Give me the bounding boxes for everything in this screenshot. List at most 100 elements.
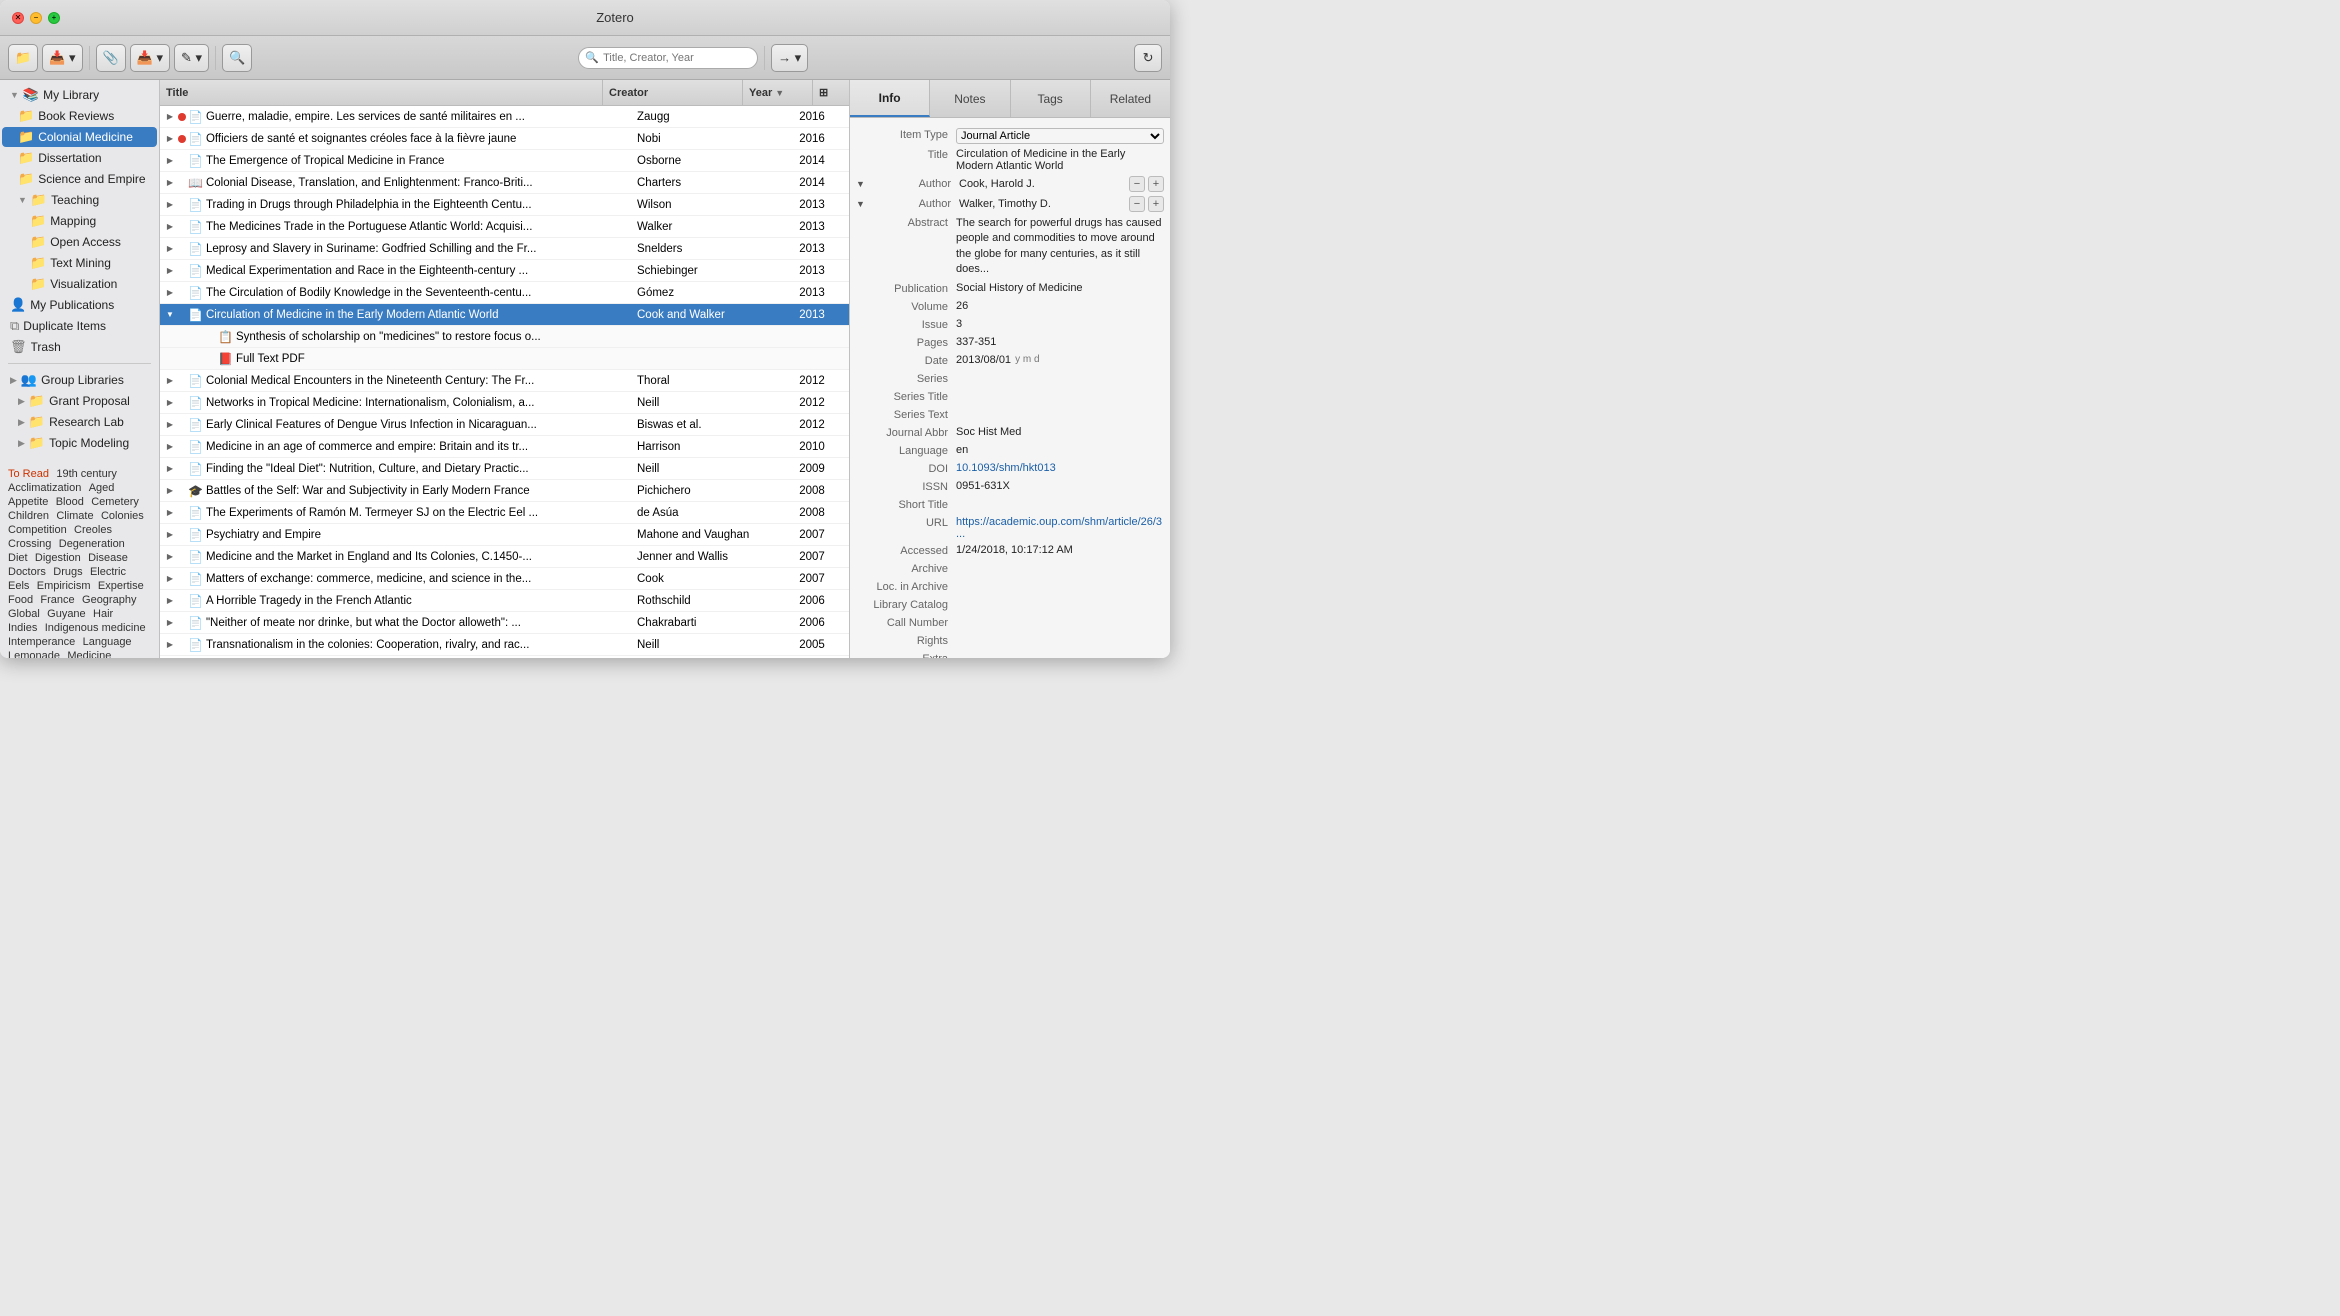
tag-doctors[interactable]: Doctors: [8, 566, 46, 578]
table-row[interactable]: ▶ 📄 Medicine and the Market in England a…: [160, 546, 849, 568]
info-value-abstract[interactable]: The search for powerful drugs has caused…: [956, 216, 1164, 278]
tag-indies[interactable]: Indies: [8, 622, 37, 634]
expand-arrow-22[interactable]: ▶: [162, 574, 178, 583]
refresh-button[interactable]: ↻: [1134, 44, 1162, 72]
info-value-url[interactable]: https://academic.oup.com/shm/article/26/…: [956, 516, 1164, 540]
info-value-item-type[interactable]: Journal Article: [956, 128, 1164, 144]
info-value-doi[interactable]: 10.1093/shm/hkt013: [956, 462, 1164, 474]
tag-appetite[interactable]: Appetite: [8, 496, 48, 508]
tab-related[interactable]: Related: [1091, 80, 1170, 117]
expand-arrow-4[interactable]: ▶: [162, 178, 178, 187]
tag-indigenous-medicine[interactable]: Indigenous medicine: [45, 622, 146, 634]
add-attachment-button[interactable]: 📎: [96, 44, 126, 72]
expand-arrow-10[interactable]: ▼: [162, 310, 178, 319]
info-value-language[interactable]: en: [956, 444, 1164, 456]
sidebar-item-open-access[interactable]: 📁 Open Access: [2, 232, 157, 252]
tag-geography[interactable]: Geography: [82, 594, 136, 606]
expand-arrow-1[interactable]: ▶: [162, 112, 178, 121]
table-row[interactable]: ▶ 📄 Transnationalism in the colonies: Co…: [160, 634, 849, 656]
tag-cemetery[interactable]: Cemetery: [91, 496, 139, 508]
table-row[interactable]: ▶ 📄 Variolation, Vaccination and Popular…: [160, 656, 849, 658]
info-value-date[interactable]: 2013/08/01 y m d: [956, 354, 1164, 366]
table-row[interactable]: ▶ 📄 The Medicines Trade in the Portugues…: [160, 216, 849, 238]
tag-acclimatization[interactable]: Acclimatization: [8, 482, 81, 494]
table-row-sub[interactable]: 📕 Full Text PDF: [160, 348, 849, 370]
expand-arrow-3[interactable]: ▶: [162, 156, 178, 165]
tab-info[interactable]: Info: [850, 80, 930, 117]
table-row[interactable]: ▶ 📄 Finding the "Ideal Diet": Nutrition,…: [160, 458, 849, 480]
tag-climate[interactable]: Climate: [56, 510, 93, 522]
tag-food[interactable]: Food: [8, 594, 33, 606]
info-value-volume[interactable]: 26: [956, 300, 1164, 312]
link-button[interactable]: ✎ ▾: [174, 44, 209, 72]
expand-arrow-13[interactable]: ▶: [162, 376, 178, 385]
tab-notes[interactable]: Notes: [930, 80, 1010, 117]
tag-expertise[interactable]: Expertise: [98, 580, 144, 592]
expand-arrow-6[interactable]: ▶: [162, 222, 178, 231]
tag-france[interactable]: France: [40, 594, 74, 606]
table-row[interactable]: ▶ 📄 The Emergence of Tropical Medicine i…: [160, 150, 849, 172]
table-row[interactable]: ▼ 📄 Circulation of Medicine in the Early…: [160, 304, 849, 326]
author2-minus-button[interactable]: −: [1129, 196, 1145, 212]
sidebar-item-book-reviews[interactable]: 📁 Book Reviews: [2, 106, 157, 126]
table-row[interactable]: ▶ 📄 A Horrible Tragedy in the French Atl…: [160, 590, 849, 612]
tag-colonies[interactable]: Colonies: [101, 510, 144, 522]
info-value-journal-abbr[interactable]: Soc Hist Med: [956, 426, 1164, 438]
tag-children[interactable]: Children: [8, 510, 49, 522]
info-value-author2[interactable]: Walker, Timothy D.: [959, 198, 1129, 210]
tag-creoles[interactable]: Creoles: [74, 524, 112, 536]
tag-diet[interactable]: Diet: [8, 552, 28, 564]
table-row[interactable]: ▶ 📄 The Experiments of Ramón M. Termeyer…: [160, 502, 849, 524]
sidebar-item-duplicate-items[interactable]: ⧉ Duplicate Items: [2, 316, 157, 336]
table-row[interactable]: ▶ 📄 Matters of exchange: commerce, medic…: [160, 568, 849, 590]
tab-tags[interactable]: Tags: [1011, 80, 1091, 117]
expand-arrow-8[interactable]: ▶: [162, 266, 178, 275]
table-row[interactable]: ▶ 📄 The Circulation of Bodily Knowledge …: [160, 282, 849, 304]
info-value-title[interactable]: Circulation of Medicine in the Early Mod…: [956, 148, 1164, 172]
table-row[interactable]: ▶ 📄 Medicine in an age of commerce and e…: [160, 436, 849, 458]
table-row[interactable]: ▶ 📄 Psychiatry and Empire Mahone and Vau…: [160, 524, 849, 546]
sidebar-group-libraries-header[interactable]: ▶ 👥 Group Libraries: [2, 370, 157, 390]
expand-arrow-21[interactable]: ▶: [162, 552, 178, 561]
expand-arrow-20[interactable]: ▶: [162, 530, 178, 539]
table-row[interactable]: ▶ 📄 Early Clinical Features of Dengue Vi…: [160, 414, 849, 436]
expand-arrow-17[interactable]: ▶: [162, 464, 178, 473]
table-row[interactable]: ▶ 📄 Guerre, maladie, empire. Les service…: [160, 106, 849, 128]
expand-arrow-15[interactable]: ▶: [162, 420, 178, 429]
new-item-button[interactable]: 📥 ▾: [42, 44, 82, 72]
sidebar-item-science-empire[interactable]: 📁 Science and Empire: [2, 169, 157, 189]
table-row[interactable]: ▶ 📄 Trading in Drugs through Philadelphi…: [160, 194, 849, 216]
search-input[interactable]: [578, 47, 758, 69]
sidebar-item-mapping[interactable]: 📁 Mapping: [2, 211, 157, 231]
tag-degeneration[interactable]: Degeneration: [59, 538, 125, 550]
col-header-creator[interactable]: Creator: [603, 80, 743, 105]
expand-arrow-25[interactable]: ▶: [162, 640, 178, 649]
sidebar-item-text-mining[interactable]: 📁 Text Mining: [2, 253, 157, 273]
table-row-sub[interactable]: 📋 Synthesis of scholarship on "medicines…: [160, 326, 849, 348]
info-value-pages[interactable]: 337-351: [956, 336, 1164, 348]
info-value-author1[interactable]: Cook, Harold J.: [959, 178, 1129, 190]
table-row[interactable]: ▶ 📄 Leprosy and Slavery in Suriname: God…: [160, 238, 849, 260]
expand-arrow-7[interactable]: ▶: [162, 244, 178, 253]
tag-digestion[interactable]: Digestion: [35, 552, 81, 564]
tag-drugs[interactable]: Drugs: [53, 566, 82, 578]
info-value-issue[interactable]: 3: [956, 318, 1164, 330]
sidebar-item-dissertation[interactable]: 📁 Dissertation: [2, 148, 157, 168]
tag-medicine[interactable]: Medicine: [67, 650, 111, 658]
expand-arrow-24[interactable]: ▶: [162, 618, 178, 627]
col-header-title[interactable]: Title: [160, 80, 603, 105]
tag-lemonade[interactable]: Lemonade: [8, 650, 60, 658]
tag-blood[interactable]: Blood: [56, 496, 84, 508]
sidebar-item-colonial-medicine[interactable]: 📁 Colonial Medicine: [2, 127, 157, 147]
info-value-publication[interactable]: Social History of Medicine: [956, 282, 1164, 294]
author1-plus-button[interactable]: +: [1148, 176, 1164, 192]
tag-competition[interactable]: Competition: [8, 524, 67, 536]
tag-hair[interactable]: Hair: [93, 608, 113, 620]
sidebar-item-grant-proposal[interactable]: ▶ 📁 Grant Proposal: [2, 391, 157, 411]
expand-arrow-14[interactable]: ▶: [162, 398, 178, 407]
sidebar-item-topic-modeling[interactable]: ▶ 📁 Topic Modeling: [2, 433, 157, 453]
tag-empiricism[interactable]: Empiricism: [37, 580, 91, 592]
table-row[interactable]: ▶ 📄 Colonial Medical Encounters in the N…: [160, 370, 849, 392]
tag-aged[interactable]: Aged: [89, 482, 115, 494]
tag-language[interactable]: Language: [83, 636, 132, 648]
